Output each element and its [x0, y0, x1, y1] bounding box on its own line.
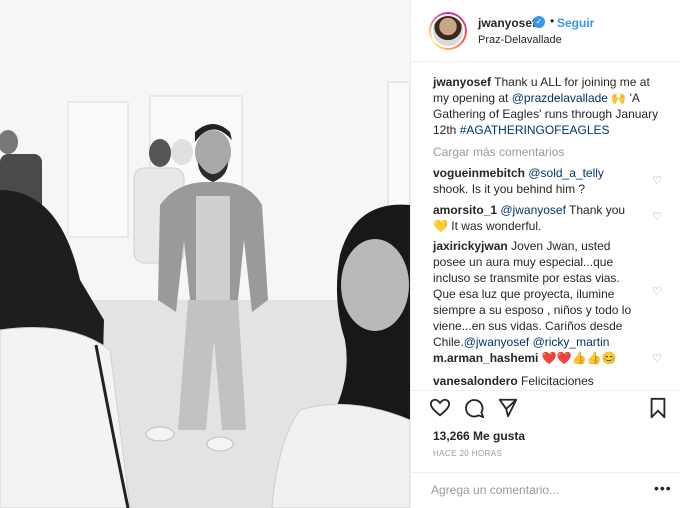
post-caption: jwanyosef Thank u ALL for joining me at …	[433, 74, 663, 138]
heart-outline-icon[interactable]	[429, 397, 451, 419]
comment-item: amorsito_1 @jwanyosef Thank you 💛 It was…	[433, 202, 638, 234]
post-timestamp: HACE 20 HORAS	[433, 449, 503, 458]
instagram-post: jwanyosef ✓ • Seguir Praz-Delavallade jw…	[0, 0, 680, 508]
avatar[interactable]	[429, 12, 467, 50]
comment-mention[interactable]: @jwanyosef	[464, 335, 530, 349]
avatar-image	[431, 14, 465, 48]
comment-item: vanesalondero Felicitaciones	[433, 373, 638, 389]
load-more-comments-link[interactable]: Cargar más comentarios	[433, 145, 564, 159]
comment-mention-2[interactable]: @ricky_martin	[533, 335, 610, 349]
post-side-panel: jwanyosef ✓ • Seguir Praz-Delavallade jw…	[410, 0, 680, 508]
comment-username[interactable]: vanesalondero	[433, 374, 518, 388]
comment-text: Joven Jwan, usted posee un aura muy espe…	[433, 239, 632, 349]
caption-username[interactable]: jwanyosef	[433, 75, 491, 89]
verified-badge-icon: ✓	[533, 16, 545, 28]
comment-item: m.arman_hashemi ❤️❤️👍👍😊	[433, 350, 638, 366]
comment-text: shook. Is it you behind him ?	[433, 182, 586, 196]
comment-username[interactable]: jaxiricky​jwan	[433, 239, 508, 253]
location-link[interactable]: Praz-Delavallade	[478, 34, 562, 46]
bookmark-icon[interactable]	[647, 397, 669, 419]
comment-username[interactable]: vogueinmebitch	[433, 166, 525, 180]
comment-like-icon[interactable]: ♡	[651, 174, 663, 187]
share-arrow-icon[interactable]	[497, 397, 519, 419]
comment-emoji: ❤️❤️👍👍😊	[541, 351, 617, 365]
comment-like-icon[interactable]: ♡	[651, 285, 663, 298]
header-username[interactable]: jwanyosef	[478, 16, 536, 30]
comment-mention[interactable]: @jwanyosef	[500, 203, 566, 217]
caption-emoji: 🙌	[611, 91, 627, 105]
comment-item: jaxiricky​jwan Joven Jwan, usted posee u…	[433, 238, 638, 350]
comment-like-icon[interactable]: ♡	[651, 352, 663, 365]
header-separator: •	[550, 14, 555, 28]
post-photo[interactable]	[0, 0, 410, 508]
add-comment-bar: •••	[411, 472, 680, 508]
caption-hashtag[interactable]: #AGATHERINGOFEAGLES	[460, 123, 610, 137]
comments-section: jwanyosef Thank u ALL for joining me at …	[411, 62, 680, 390]
comment-like-icon[interactable]: ♡	[651, 210, 663, 223]
caption-mention[interactable]: @prazdelavallade	[512, 91, 608, 105]
post-header: jwanyosef ✓ • Seguir Praz-Delavallade	[411, 0, 680, 62]
more-dots-icon[interactable]: •••	[654, 480, 672, 496]
comment-bubble-icon[interactable]	[463, 397, 485, 419]
comment-emoji: 💛	[433, 219, 448, 233]
comment-input[interactable]	[431, 481, 631, 499]
comment-username[interactable]: m.arman_hashemi	[433, 351, 538, 365]
artwork-left	[67, 101, 129, 238]
comment-item: vogueinmebitch @sold_a_telly shook. Is i…	[433, 165, 638, 197]
gallery-photo-illustration	[0, 0, 410, 508]
comment-text: Felicitaciones	[521, 374, 594, 388]
comment-text: Thank you	[565, 203, 626, 217]
comment-mention[interactable]: @sold_a_telly	[528, 166, 604, 180]
comment-text-after: It was wonderful.	[447, 219, 542, 233]
likes-count[interactable]: 13,266 Me gusta	[433, 429, 525, 443]
comment-username[interactable]: amorsito_1	[433, 203, 497, 217]
follow-button[interactable]: Seguir	[557, 16, 594, 30]
